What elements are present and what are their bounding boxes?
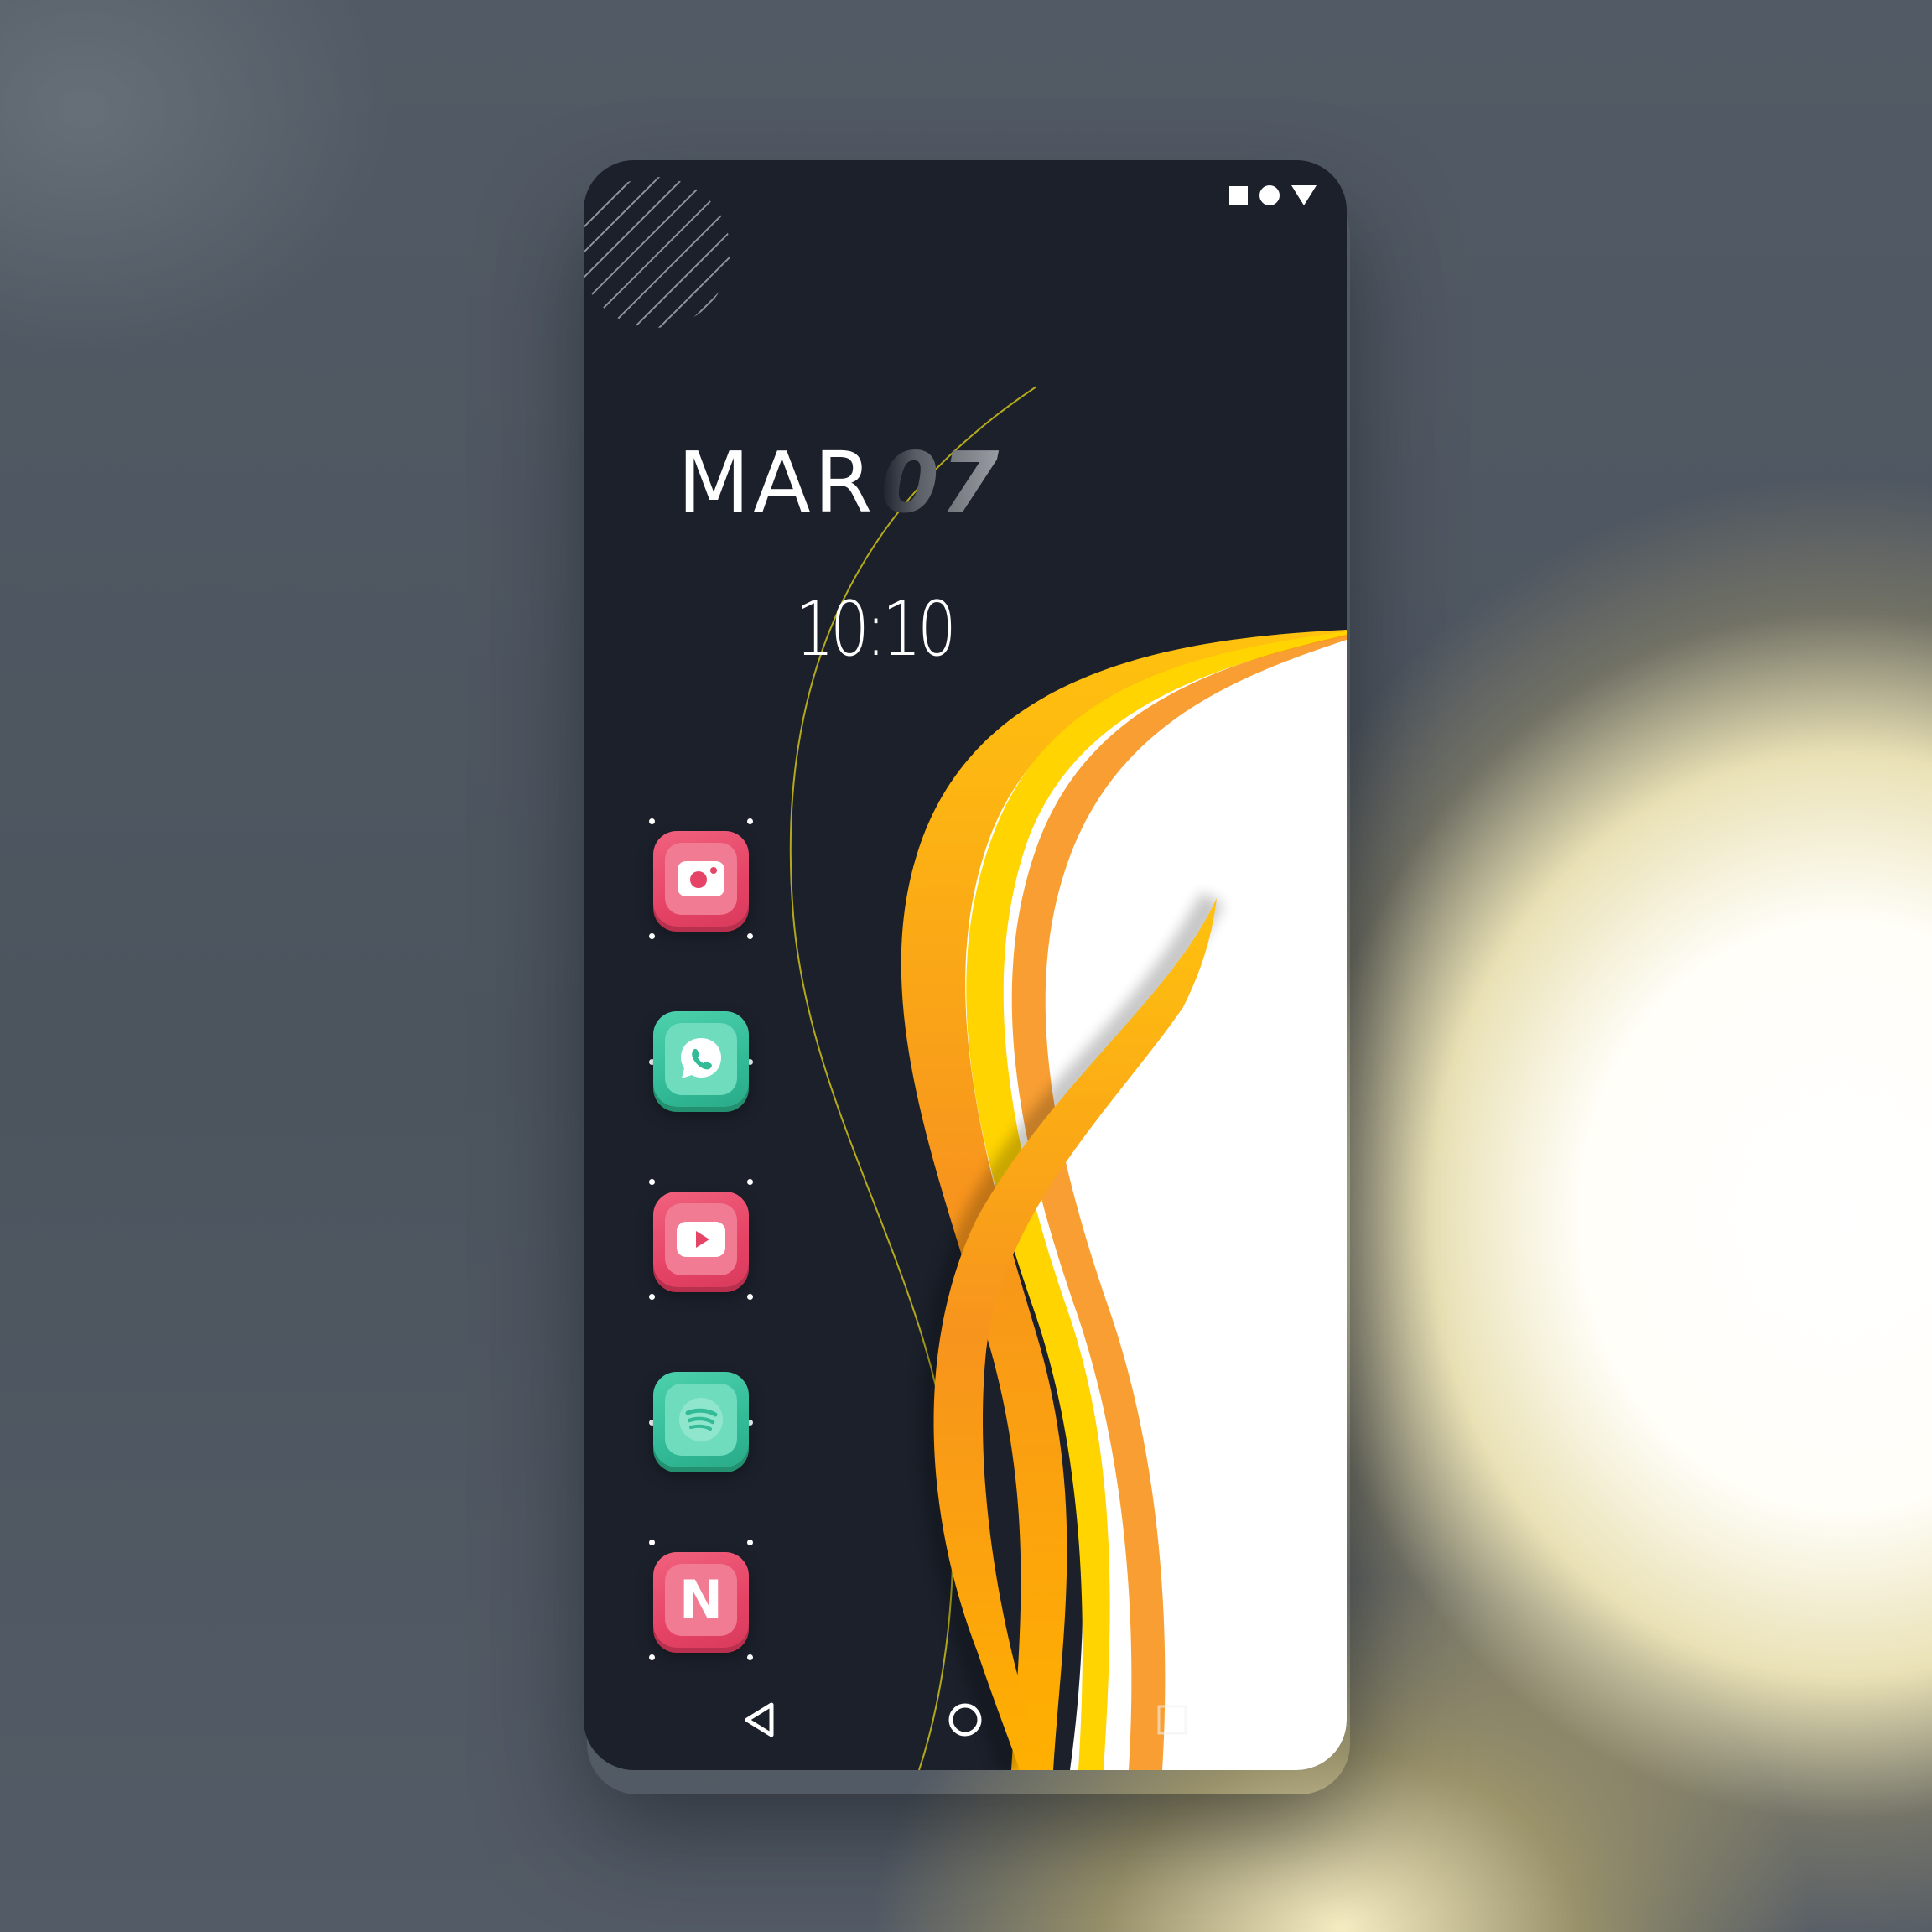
back-triangle-icon	[745, 1702, 774, 1737]
hatch-decoration	[584, 177, 730, 328]
spotify-app-button[interactable]	[653, 1372, 749, 1467]
app-slot-spotify	[649, 1359, 753, 1480]
youtube-icon	[665, 1203, 737, 1275]
corner-dot	[747, 1654, 753, 1660]
dot-icon	[1259, 185, 1280, 205]
app-slot-instagram	[649, 818, 753, 939]
whatsapp-app-button[interactable]	[653, 1011, 749, 1107]
instagram-icon	[665, 843, 737, 915]
spotify-icon	[665, 1384, 737, 1456]
corner-dot	[747, 1179, 753, 1185]
youtube-app-button[interactable]	[653, 1192, 749, 1287]
netflix-icon: N	[665, 1564, 737, 1636]
corner-dot	[649, 1540, 655, 1545]
netflix-letter: N	[679, 1569, 723, 1630]
app-slot-youtube	[649, 1179, 753, 1300]
clock-time[interactable]: 10:10	[795, 592, 957, 667]
corner-dot	[649, 933, 655, 939]
whatsapp-icon	[665, 1023, 737, 1095]
corner-dot	[649, 818, 655, 824]
corner-dot	[649, 1294, 655, 1300]
app-slot-whatsapp	[649, 999, 753, 1119]
wallpaper	[584, 177, 1347, 1770]
corner-dot	[747, 1294, 753, 1300]
triangle-signal-icon	[1291, 185, 1317, 205]
recents-button[interactable]	[1147, 1695, 1197, 1745]
recents-square-icon	[1157, 1705, 1187, 1735]
navigation-bar	[584, 1678, 1347, 1770]
corner-dot	[747, 818, 753, 824]
date-widget[interactable]: MAR 07	[678, 441, 1000, 525]
instagram-app-button[interactable]	[653, 831, 749, 927]
home-circle-icon	[948, 1703, 982, 1737]
phone-screen: MAR 07 10:10 N	[584, 160, 1347, 1770]
month-label: MAR	[678, 434, 876, 532]
corner-dot	[649, 1654, 655, 1660]
corner-dot	[649, 1179, 655, 1185]
back-button[interactable]	[735, 1695, 785, 1745]
netflix-app-button[interactable]: N	[653, 1552, 749, 1648]
app-slot-netflix: N	[649, 1540, 753, 1660]
corner-dot	[747, 1540, 753, 1545]
status-bar	[1229, 185, 1317, 205]
home-button[interactable]	[940, 1695, 990, 1745]
corner-dot	[747, 933, 753, 939]
square-icon	[1229, 186, 1248, 205]
day-label: 07	[880, 434, 1001, 532]
